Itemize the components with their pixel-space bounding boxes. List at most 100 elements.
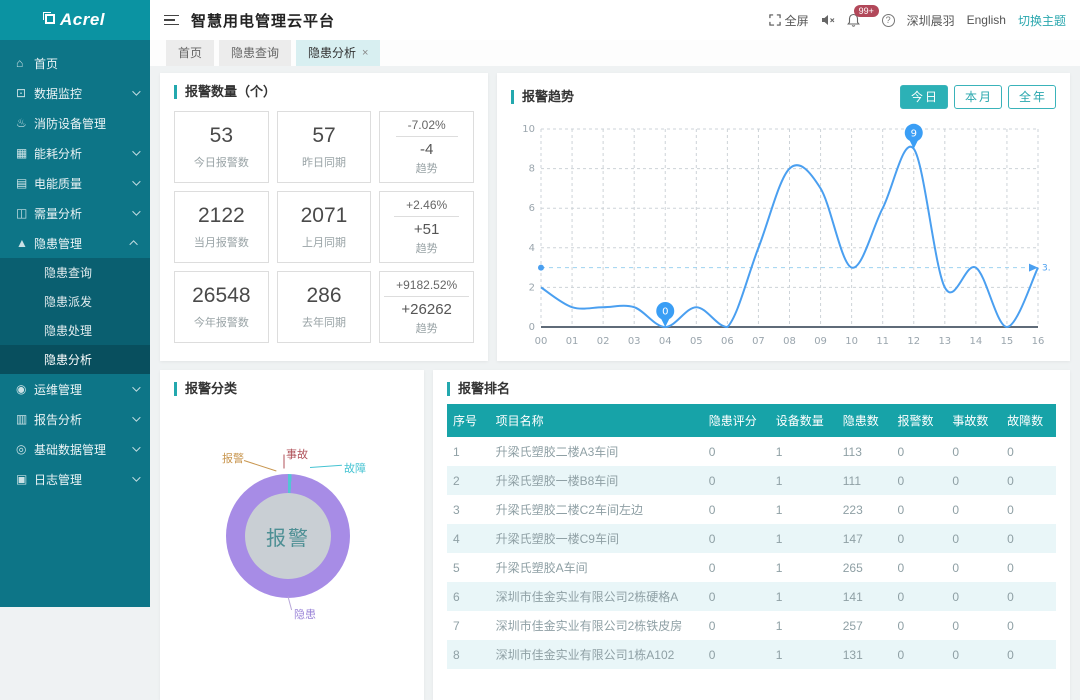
alarm-trend-title: 报警趋势	[511, 90, 574, 104]
table-row[interactable]: 3升梁氏塑胶二楼C2车间左边01223000	[447, 495, 1056, 524]
stat-value: 26548	[192, 284, 250, 308]
ranking-column-事故数: 事故数	[946, 404, 1001, 437]
trend-range-button-本月[interactable]: 本月	[954, 85, 1002, 109]
sidebar-subitem-隐患派发[interactable]: 隐患派发	[0, 287, 150, 316]
stat-label: 当月报警数	[194, 234, 249, 250]
sidebar-subitem-隐患处理[interactable]: 隐患处理	[0, 316, 150, 345]
tab-隐患查询[interactable]: 隐患查询	[219, 40, 291, 66]
table-cell: 0	[703, 640, 770, 669]
sidebar-item-需量分析[interactable]: ◫需量分析	[0, 198, 150, 228]
table-cell: 0	[703, 553, 770, 582]
fullscreen-button[interactable]: 全屏	[769, 12, 809, 29]
username[interactable]: 深圳晨羽	[907, 12, 955, 29]
table-cell: 深圳市佳金实业有限公司2栋铁皮房	[490, 611, 703, 640]
main-content: 报警数量（个） 53今日报警数57昨日同期-7.02%-4趋势2122当月报警数…	[150, 66, 1080, 700]
trend-range-button-全年[interactable]: 全年	[1008, 85, 1056, 109]
trend-delta: +51	[414, 221, 439, 238]
theme-switch-link[interactable]: 切换主题	[1018, 12, 1066, 29]
sidebar-item-电能质量[interactable]: ▤电能质量	[0, 168, 150, 198]
sidebar-subitem-隐患分析[interactable]: 隐患分析	[0, 345, 150, 374]
stat-label: 上月同期	[302, 234, 346, 250]
language-switch[interactable]: English	[967, 13, 1006, 27]
table-row[interactable]: 2升梁氏塑胶一楼B8车间01111000	[447, 466, 1056, 495]
chevron-down-icon	[132, 443, 140, 451]
table-cell: 265	[837, 553, 892, 582]
sidebar-item-报告分析[interactable]: ▥报告分析	[0, 404, 150, 434]
trend-range-button-今日[interactable]: 今日	[900, 85, 948, 109]
collapse-menu-icon[interactable]	[164, 12, 179, 29]
trend-label: 趋势	[416, 240, 438, 256]
notifications-button[interactable]: 99+	[847, 13, 860, 27]
stat-value: 2122	[198, 204, 245, 228]
trend-delta: +26262	[401, 301, 451, 318]
sidebar-item-label: 运维管理	[34, 381, 132, 398]
svg-text:08: 08	[783, 336, 796, 347]
pie-leader-line	[284, 455, 285, 469]
svg-text:9: 9	[911, 128, 917, 139]
close-tab-icon[interactable]: ×	[362, 47, 368, 59]
alarm-classification-panel: 报警分类 报警 报警事故故障隐患	[160, 370, 424, 700]
sidebar-subitem-隐患查询[interactable]: 隐患查询	[0, 258, 150, 287]
monitor-icon: ⊡	[16, 86, 34, 100]
sidebar-item-首页[interactable]: ⌂首页	[0, 48, 150, 78]
help-button[interactable]: ?	[882, 14, 895, 27]
svg-text:04: 04	[659, 336, 672, 347]
mute-button[interactable]	[821, 14, 835, 26]
chevron-down-icon	[132, 473, 140, 481]
table-row[interactable]: 5升梁氏塑胶A车间01265000	[447, 553, 1056, 582]
svg-text:02: 02	[597, 336, 610, 347]
alarm-count-title: 报警数量（个）	[174, 85, 474, 99]
sidebar-item-能耗分析[interactable]: ▦能耗分析	[0, 138, 150, 168]
sidebar-item-消防设备管理[interactable]: ♨消防设备管理	[0, 108, 150, 138]
table-cell: 0	[703, 524, 770, 553]
sidebar-item-运维管理[interactable]: ◉运维管理	[0, 374, 150, 404]
chevron-down-icon	[132, 207, 140, 215]
table-row[interactable]: 7深圳市佳金实业有限公司2栋铁皮房01257000	[447, 611, 1056, 640]
acrel-logo[interactable]: Acrel	[0, 0, 150, 40]
table-cell: 1	[770, 466, 837, 495]
table-cell: 111	[837, 466, 892, 495]
table-row[interactable]: 8深圳市佳金实业有限公司1栋A10201131000	[447, 640, 1056, 669]
stat-value: 286	[306, 284, 341, 308]
open-tabs-bar: 首页隐患查询隐患分析×	[150, 40, 1080, 66]
sidebar-item-label: 电能质量	[34, 175, 132, 192]
tab-label: 隐患查询	[231, 44, 279, 61]
sidebar-item-隐患管理[interactable]: ▲隐患管理	[0, 228, 150, 258]
svg-text:8: 8	[529, 164, 535, 175]
sidebar-item-基础数据管理[interactable]: ◎基础数据管理	[0, 434, 150, 464]
fullscreen-label: 全屏	[785, 12, 809, 29]
hazard-management-icon: ▲	[16, 236, 34, 250]
svg-text:0: 0	[529, 322, 535, 333]
fire-equipment-icon: ♨	[16, 116, 34, 130]
trend-percent: -7.02%	[396, 118, 458, 137]
table-row[interactable]: 4升梁氏塑胶一楼C9车间01147000	[447, 524, 1056, 553]
donut-ring[interactable]: 报警	[226, 474, 350, 598]
chevron-down-icon	[132, 383, 140, 391]
stat-card-今年报警数: 26548 今年报警数	[174, 271, 269, 343]
table-cell: 223	[837, 495, 892, 524]
stat-label: 今年报警数	[194, 314, 249, 330]
table-cell: 1	[447, 437, 490, 466]
sidebar-item-日志管理[interactable]: ▣日志管理	[0, 464, 150, 494]
sidebar-item-数据监控[interactable]: ⊡数据监控	[0, 78, 150, 108]
pie-label-事故: 事故	[286, 446, 308, 462]
tab-首页[interactable]: 首页	[166, 40, 214, 66]
trend-card: +9182.52%+26262趋势	[379, 271, 474, 343]
table-cell: 257	[837, 611, 892, 640]
sidebar-item-label: 首页	[34, 55, 138, 72]
table-cell: 0	[946, 640, 1001, 669]
table-row[interactable]: 1升梁氏塑胶二楼A3车间01113000	[447, 437, 1056, 466]
svg-text:00: 00	[535, 336, 548, 347]
report-analysis-icon: ▥	[16, 412, 34, 426]
table-cell: 0	[946, 466, 1001, 495]
stat-card-上月同期: 2071上月同期	[277, 191, 372, 263]
acrel-logo-icon	[45, 14, 55, 24]
table-cell: 升梁氏塑胶一楼B8车间	[490, 466, 703, 495]
table-cell: 0	[892, 466, 947, 495]
ranking-column-设备数量: 设备数量	[770, 404, 837, 437]
tab-隐患分析[interactable]: 隐患分析×	[296, 40, 380, 66]
alarm-ranking-table: 序号项目名称隐患评分设备数量隐患数报警数事故数故障数 1升梁氏塑胶二楼A3车间0…	[447, 404, 1056, 669]
sidebar-item-label: 报告分析	[34, 411, 132, 428]
sidebar-item-label: 消防设备管理	[34, 115, 138, 132]
chevron-down-icon	[132, 147, 140, 155]
